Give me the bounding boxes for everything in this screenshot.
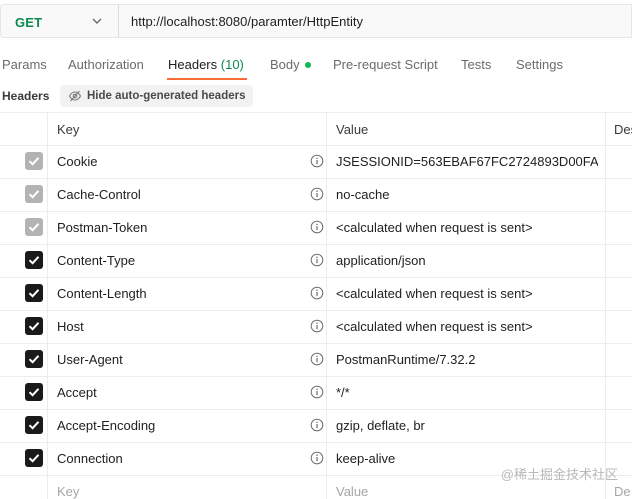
chevron-down-icon — [92, 18, 102, 24]
table-row: User-Agent PostmanRuntime/7.32.2 — [0, 343, 632, 376]
info-icon[interactable] — [310, 451, 324, 465]
header-key[interactable]: User-Agent — [57, 352, 123, 367]
headers-table: Key Value Des Cookie JSESSIONID=563EBAF67… — [0, 112, 632, 499]
tab-tests[interactable]: Tests — [461, 57, 491, 72]
method-label: GET — [15, 15, 43, 30]
tab-settings-label: Settings — [516, 57, 563, 72]
header-value[interactable]: gzip, deflate, br — [336, 418, 425, 433]
active-tab-indicator — [167, 78, 247, 80]
table-border — [0, 112, 632, 113]
check-icon — [28, 322, 40, 331]
check-icon — [28, 388, 40, 397]
header-key[interactable]: Postman-Token — [57, 220, 147, 235]
new-description-input[interactable]: De — [614, 484, 632, 499]
check-icon — [28, 355, 40, 364]
row-checkbox — [25, 152, 43, 170]
hide-auto-headers-button[interactable]: Hide auto-generated headers — [60, 85, 254, 107]
column-header-description: Des — [614, 122, 632, 137]
info-icon[interactable] — [310, 385, 324, 399]
url-input[interactable]: http://localhost:8080/paramter/HttpEntit… — [118, 4, 632, 38]
header-value[interactable]: JSESSIONID=563EBAF67FC2724893D00FA... — [336, 154, 598, 169]
info-icon[interactable] — [310, 187, 324, 201]
watermark: @稀土掘金技术社区 — [500, 467, 618, 482]
row-checkbox[interactable] — [25, 350, 43, 368]
new-key-input[interactable]: Key — [57, 484, 79, 499]
header-key[interactable]: Accept — [57, 385, 97, 400]
tab-headers-count: (10) — [220, 57, 244, 72]
column-header-key: Key — [57, 122, 80, 137]
check-icon — [28, 454, 40, 463]
info-icon[interactable] — [310, 154, 324, 168]
row-checkbox — [25, 218, 43, 236]
info-icon[interactable] — [310, 352, 324, 366]
table-row: Host <calculated when request is sent> — [0, 310, 632, 343]
info-icon[interactable] — [310, 253, 324, 267]
check-icon — [28, 256, 40, 265]
info-icon[interactable] — [310, 418, 324, 432]
tab-authorization[interactable]: Authorization — [68, 57, 144, 72]
new-value-input[interactable]: Value — [336, 484, 368, 499]
table-row: Accept */* — [0, 376, 632, 409]
info-icon[interactable] — [310, 220, 324, 234]
table-row: Cache-Control no-cache — [0, 178, 632, 211]
info-icon[interactable] — [310, 319, 324, 333]
table-row: Postman-Token <calculated when request is… — [0, 211, 632, 244]
column-header-value: Value — [336, 122, 369, 137]
headers-title: Headers — [2, 89, 50, 103]
row-checkbox[interactable] — [25, 383, 43, 401]
row-checkbox[interactable] — [25, 449, 43, 467]
row-checkbox[interactable] — [25, 251, 43, 269]
header-key[interactable]: Accept-Encoding — [57, 418, 155, 433]
tab-headers-label: Headers — [168, 57, 218, 72]
check-icon — [28, 289, 40, 298]
row-checkbox[interactable] — [25, 416, 43, 434]
table-row: Content-Length <calculated when request i… — [0, 277, 632, 310]
table-row: Content-Type application/json — [0, 244, 632, 277]
check-icon — [28, 421, 40, 430]
table-row: Accept-Encoding gzip, deflate, br — [0, 409, 632, 442]
tab-pre-request-script-label: Pre-request Script — [333, 57, 438, 72]
header-key[interactable]: Cookie — [57, 154, 97, 169]
header-value[interactable]: application/json — [336, 253, 426, 268]
header-key[interactable]: Content-Length — [57, 286, 147, 301]
tab-params[interactable]: Params — [2, 57, 47, 72]
header-key[interactable]: Content-Type — [57, 253, 135, 268]
header-value[interactable]: keep-alive — [336, 451, 395, 466]
url-text: http://localhost:8080/paramter/HttpEntit… — [131, 14, 363, 29]
tab-body[interactable]: Body — [270, 57, 311, 72]
table-row: Cookie JSESSIONID=563EBAF67FC2724893D00FA… — [0, 145, 632, 178]
header-key[interactable]: Cache-Control — [57, 187, 141, 202]
method-select[interactable]: GET — [0, 4, 118, 38]
header-value[interactable]: no-cache — [336, 187, 389, 202]
row-checkbox — [25, 185, 43, 203]
header-value[interactable]: <calculated when request is sent> — [336, 319, 533, 334]
tab-authorization-label: Authorization — [68, 57, 144, 72]
check-icon — [28, 190, 40, 199]
tab-body-label: Body — [270, 57, 300, 72]
header-value[interactable]: <calculated when request is sent> — [336, 286, 533, 301]
check-icon — [28, 223, 40, 232]
header-value[interactable]: */* — [336, 385, 350, 400]
check-icon — [28, 157, 40, 166]
info-icon[interactable] — [310, 286, 324, 300]
body-indicator-dot — [304, 61, 311, 68]
request-tabs: Params Authorization Headers (10) Body P… — [0, 48, 632, 80]
request-url-bar: GET http://localhost:8080/paramter/HttpE… — [0, 4, 632, 38]
tab-settings[interactable]: Settings — [516, 57, 563, 72]
row-checkbox[interactable] — [25, 317, 43, 335]
tab-pre-request-script[interactable]: Pre-request Script — [333, 57, 438, 72]
hide-auto-headers-label: Hide auto-generated headers — [87, 90, 246, 102]
row-checkbox[interactable] — [25, 284, 43, 302]
header-key[interactable]: Connection — [57, 451, 123, 466]
header-key[interactable]: Host — [57, 319, 84, 334]
header-value[interactable]: <calculated when request is sent> — [336, 220, 533, 235]
tab-tests-label: Tests — [461, 57, 492, 72]
tab-headers[interactable]: Headers (10) — [168, 57, 244, 72]
tab-params-label: Params — [2, 57, 47, 72]
header-value[interactable]: PostmanRuntime/7.32.2 — [336, 352, 475, 367]
headers-toolbar: Headers Hide auto-generated headers — [0, 85, 632, 107]
eye-off-icon — [68, 90, 82, 102]
